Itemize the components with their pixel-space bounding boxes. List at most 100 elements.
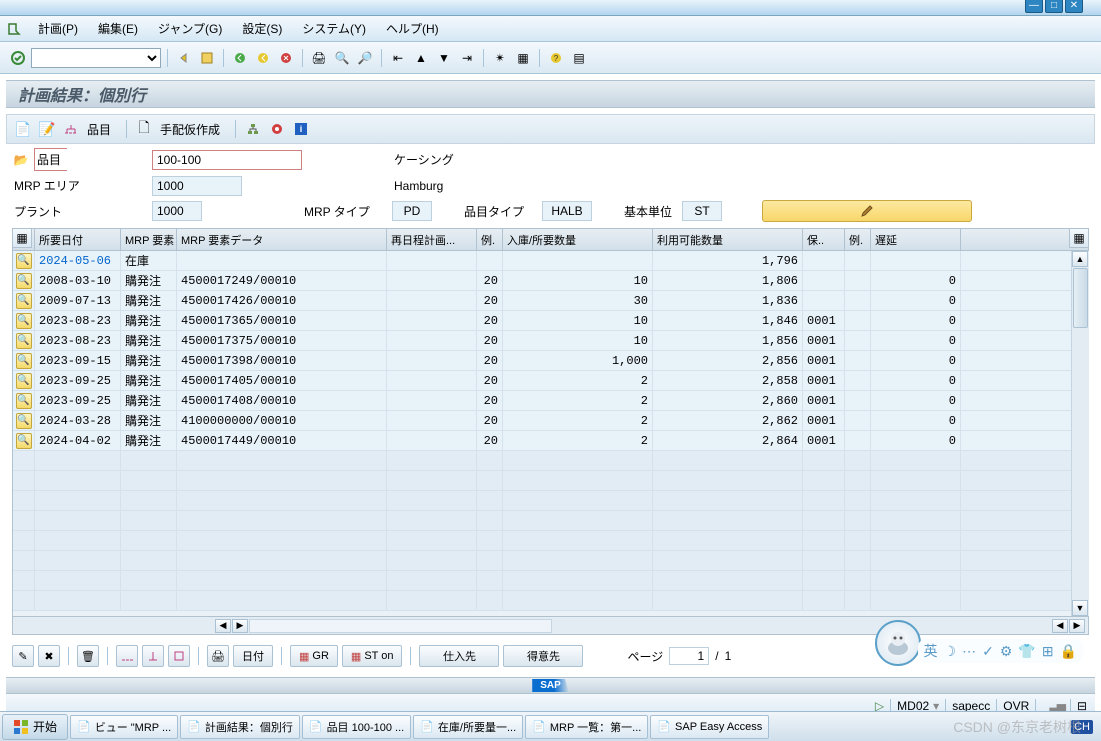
print-icon[interactable]: 🖨 (309, 48, 329, 68)
first-page-icon[interactable]: ⇤ (388, 48, 408, 68)
date-button[interactable]: 日付 (233, 645, 273, 667)
material-input[interactable]: 100-100 (152, 150, 302, 170)
check-icon[interactable]: ✓ (982, 643, 994, 660)
table-config-right-icon[interactable]: ▦ (1069, 228, 1089, 248)
cancel-icon[interactable] (276, 48, 296, 68)
col-mrp-data[interactable]: MRP 要素データ (177, 229, 387, 250)
page-current-field[interactable]: 1 (669, 647, 709, 665)
hierarchy-icon[interactable] (243, 119, 263, 139)
document-icon[interactable]: 🗋 (134, 119, 154, 139)
find-next-icon[interactable]: 🔎 (355, 48, 375, 68)
vscroll-up-icon[interactable]: ▲ (1072, 251, 1088, 267)
gr-button[interactable]: ▦GR (290, 645, 338, 667)
target-icon[interactable] (267, 119, 287, 139)
task-item-5[interactable]: 📄SAP Easy Access (650, 715, 769, 739)
table-row[interactable]: 🔍2023-09-15購発注4500017398/00010201,0002,8… (13, 351, 1088, 371)
trash-icon[interactable]: 🗑 (77, 645, 99, 667)
col-ex2[interactable]: 例. (845, 229, 871, 250)
dots-icon[interactable]: ⋯ (962, 643, 976, 660)
st-on-button[interactable]: ▦ST on (342, 645, 403, 667)
table-row[interactable]: 🔍2024-05-06在庫1,796 (13, 251, 1088, 271)
gear-icon[interactable]: ⚙ (1000, 643, 1013, 660)
print-btn-icon[interactable]: 🖨 (207, 645, 229, 667)
vscroll-thumb[interactable] (1073, 268, 1088, 328)
change-mode-button[interactable] (762, 200, 972, 222)
menu-settings[interactable]: 設定(S) (238, 18, 286, 39)
hscroll-right-icon[interactable]: ▶ (232, 619, 248, 633)
back-icon[interactable] (174, 48, 194, 68)
table-row[interactable]: 🔍2023-09-25購発注4500017408/000102022,86000… (13, 391, 1088, 411)
vendor-button[interactable]: 仕入先 (419, 645, 499, 667)
hscroll-left2-icon[interactable]: ◀ (1052, 619, 1068, 633)
delete-row-icon[interactable]: ✖ (38, 645, 60, 667)
col-receipt[interactable]: 入庫/所要数量 (503, 229, 653, 250)
table-row[interactable]: 🔍2008-03-10購発注4500017249/0001020101,8060 (13, 271, 1088, 291)
edit-icon[interactable]: ✎ (12, 645, 34, 667)
tree1-icon[interactable] (116, 645, 138, 667)
col-delay[interactable]: 遅延 (871, 229, 961, 250)
hscroll-thumb-left[interactable] (249, 619, 552, 633)
menu-command-icon[interactable] (6, 21, 22, 37)
col-date[interactable]: 所要日付 (35, 229, 121, 250)
help-icon[interactable]: ? (546, 48, 566, 68)
vscroll-down-icon[interactable]: ▼ (1072, 600, 1088, 616)
assistant-avatar-icon[interactable] (875, 620, 921, 666)
next-page-icon[interactable]: ▼ (434, 48, 454, 68)
shirt-icon[interactable]: 👕 (1018, 643, 1035, 660)
lock-icon[interactable]: 🔒 (1060, 643, 1077, 660)
back-green-icon[interactable] (230, 48, 250, 68)
lang-icon[interactable]: 英 (924, 641, 938, 661)
folder-open-icon[interactable]: 📂 (12, 151, 30, 169)
enter-icon[interactable] (8, 48, 28, 68)
find-icon[interactable]: 🔍 (332, 48, 352, 68)
menu-jump[interactable]: ジャンプ(G) (154, 18, 226, 39)
command-combo[interactable] (31, 48, 161, 68)
tree3-icon[interactable] (168, 645, 190, 667)
display-icon[interactable]: 📄 (13, 119, 33, 139)
plant-field[interactable]: 1000 (152, 201, 202, 221)
exit-icon[interactable] (253, 48, 273, 68)
tree2-icon[interactable] (142, 645, 164, 667)
layout-icon[interactable]: ▤ (569, 48, 589, 68)
customer-button[interactable]: 得意先 (503, 645, 583, 667)
prev-page-icon[interactable]: ▲ (411, 48, 431, 68)
new-session-icon[interactable]: ✴ (490, 48, 510, 68)
start-button[interactable]: 开始 (2, 714, 68, 740)
menu-help[interactable]: ヘルプ(H) (382, 18, 443, 39)
task-item-1[interactable]: 📄計画結果：個別行 (180, 715, 300, 739)
menu-plan[interactable]: 計画(P) (34, 18, 82, 39)
change-icon[interactable]: 📝 (37, 119, 57, 139)
col-storage[interactable]: 保.. (803, 229, 845, 250)
table-row[interactable]: 🔍2024-04-02購発注4500017449/000102022,86400… (13, 431, 1088, 451)
maximize-button[interactable]: □ (1045, 0, 1063, 13)
col-mrp-elem[interactable]: MRP 要素 (121, 229, 177, 250)
task-item-4[interactable]: 📄MRP 一覧：第一... (525, 715, 648, 739)
grid-icon[interactable]: ⊞ (1042, 643, 1054, 660)
menu-system[interactable]: システム(Y) (298, 18, 370, 39)
table-row[interactable]: 🔍2023-09-25購発注4500017405/000102022,85800… (13, 371, 1088, 391)
table-config-left-icon[interactable]: ▦ (12, 228, 32, 248)
table-row[interactable]: 🔍2023-08-23購発注4500017375/0001020101,8560… (13, 331, 1088, 351)
mrp-area-field[interactable]: 1000 (152, 176, 242, 196)
minimize-button[interactable]: — (1025, 0, 1043, 13)
hscroll-right2-icon[interactable]: ▶ (1069, 619, 1085, 633)
close-button[interactable]: ✕ (1065, 0, 1083, 13)
col-available[interactable]: 利用可能数量 (653, 229, 803, 250)
hscroll-left-icon[interactable]: ◀ (215, 619, 231, 633)
col-resched[interactable]: 再日程計画... (387, 229, 477, 250)
task-item-3[interactable]: 📄在庫/所要量一... (413, 715, 523, 739)
info-icon[interactable]: i (291, 119, 311, 139)
tray-lang-icon[interactable]: CH (1071, 720, 1093, 734)
task-item-0[interactable]: 📄ビュー "MRP ... (70, 715, 178, 739)
moon-icon[interactable]: ☽ (944, 643, 957, 660)
table-row[interactable]: 🔍2023-08-23購発注4500017365/0001020101,8460… (13, 311, 1088, 331)
menu-edit[interactable]: 編集(E) (94, 18, 142, 39)
save-icon[interactable] (197, 48, 217, 68)
material-tree-icon[interactable] (61, 119, 81, 139)
task-item-2[interactable]: 📄品目 100-100 ... (302, 715, 411, 739)
table-row[interactable]: 🔍2009-07-13購発注4500017426/0001020301,8360 (13, 291, 1088, 311)
table-row[interactable]: 🔍2024-03-28購発注4100000000/000102022,86200… (13, 411, 1088, 431)
shortcut-icon[interactable]: ▦ (513, 48, 533, 68)
col-ex1[interactable]: 例. (477, 229, 503, 250)
last-page-icon[interactable]: ⇥ (457, 48, 477, 68)
